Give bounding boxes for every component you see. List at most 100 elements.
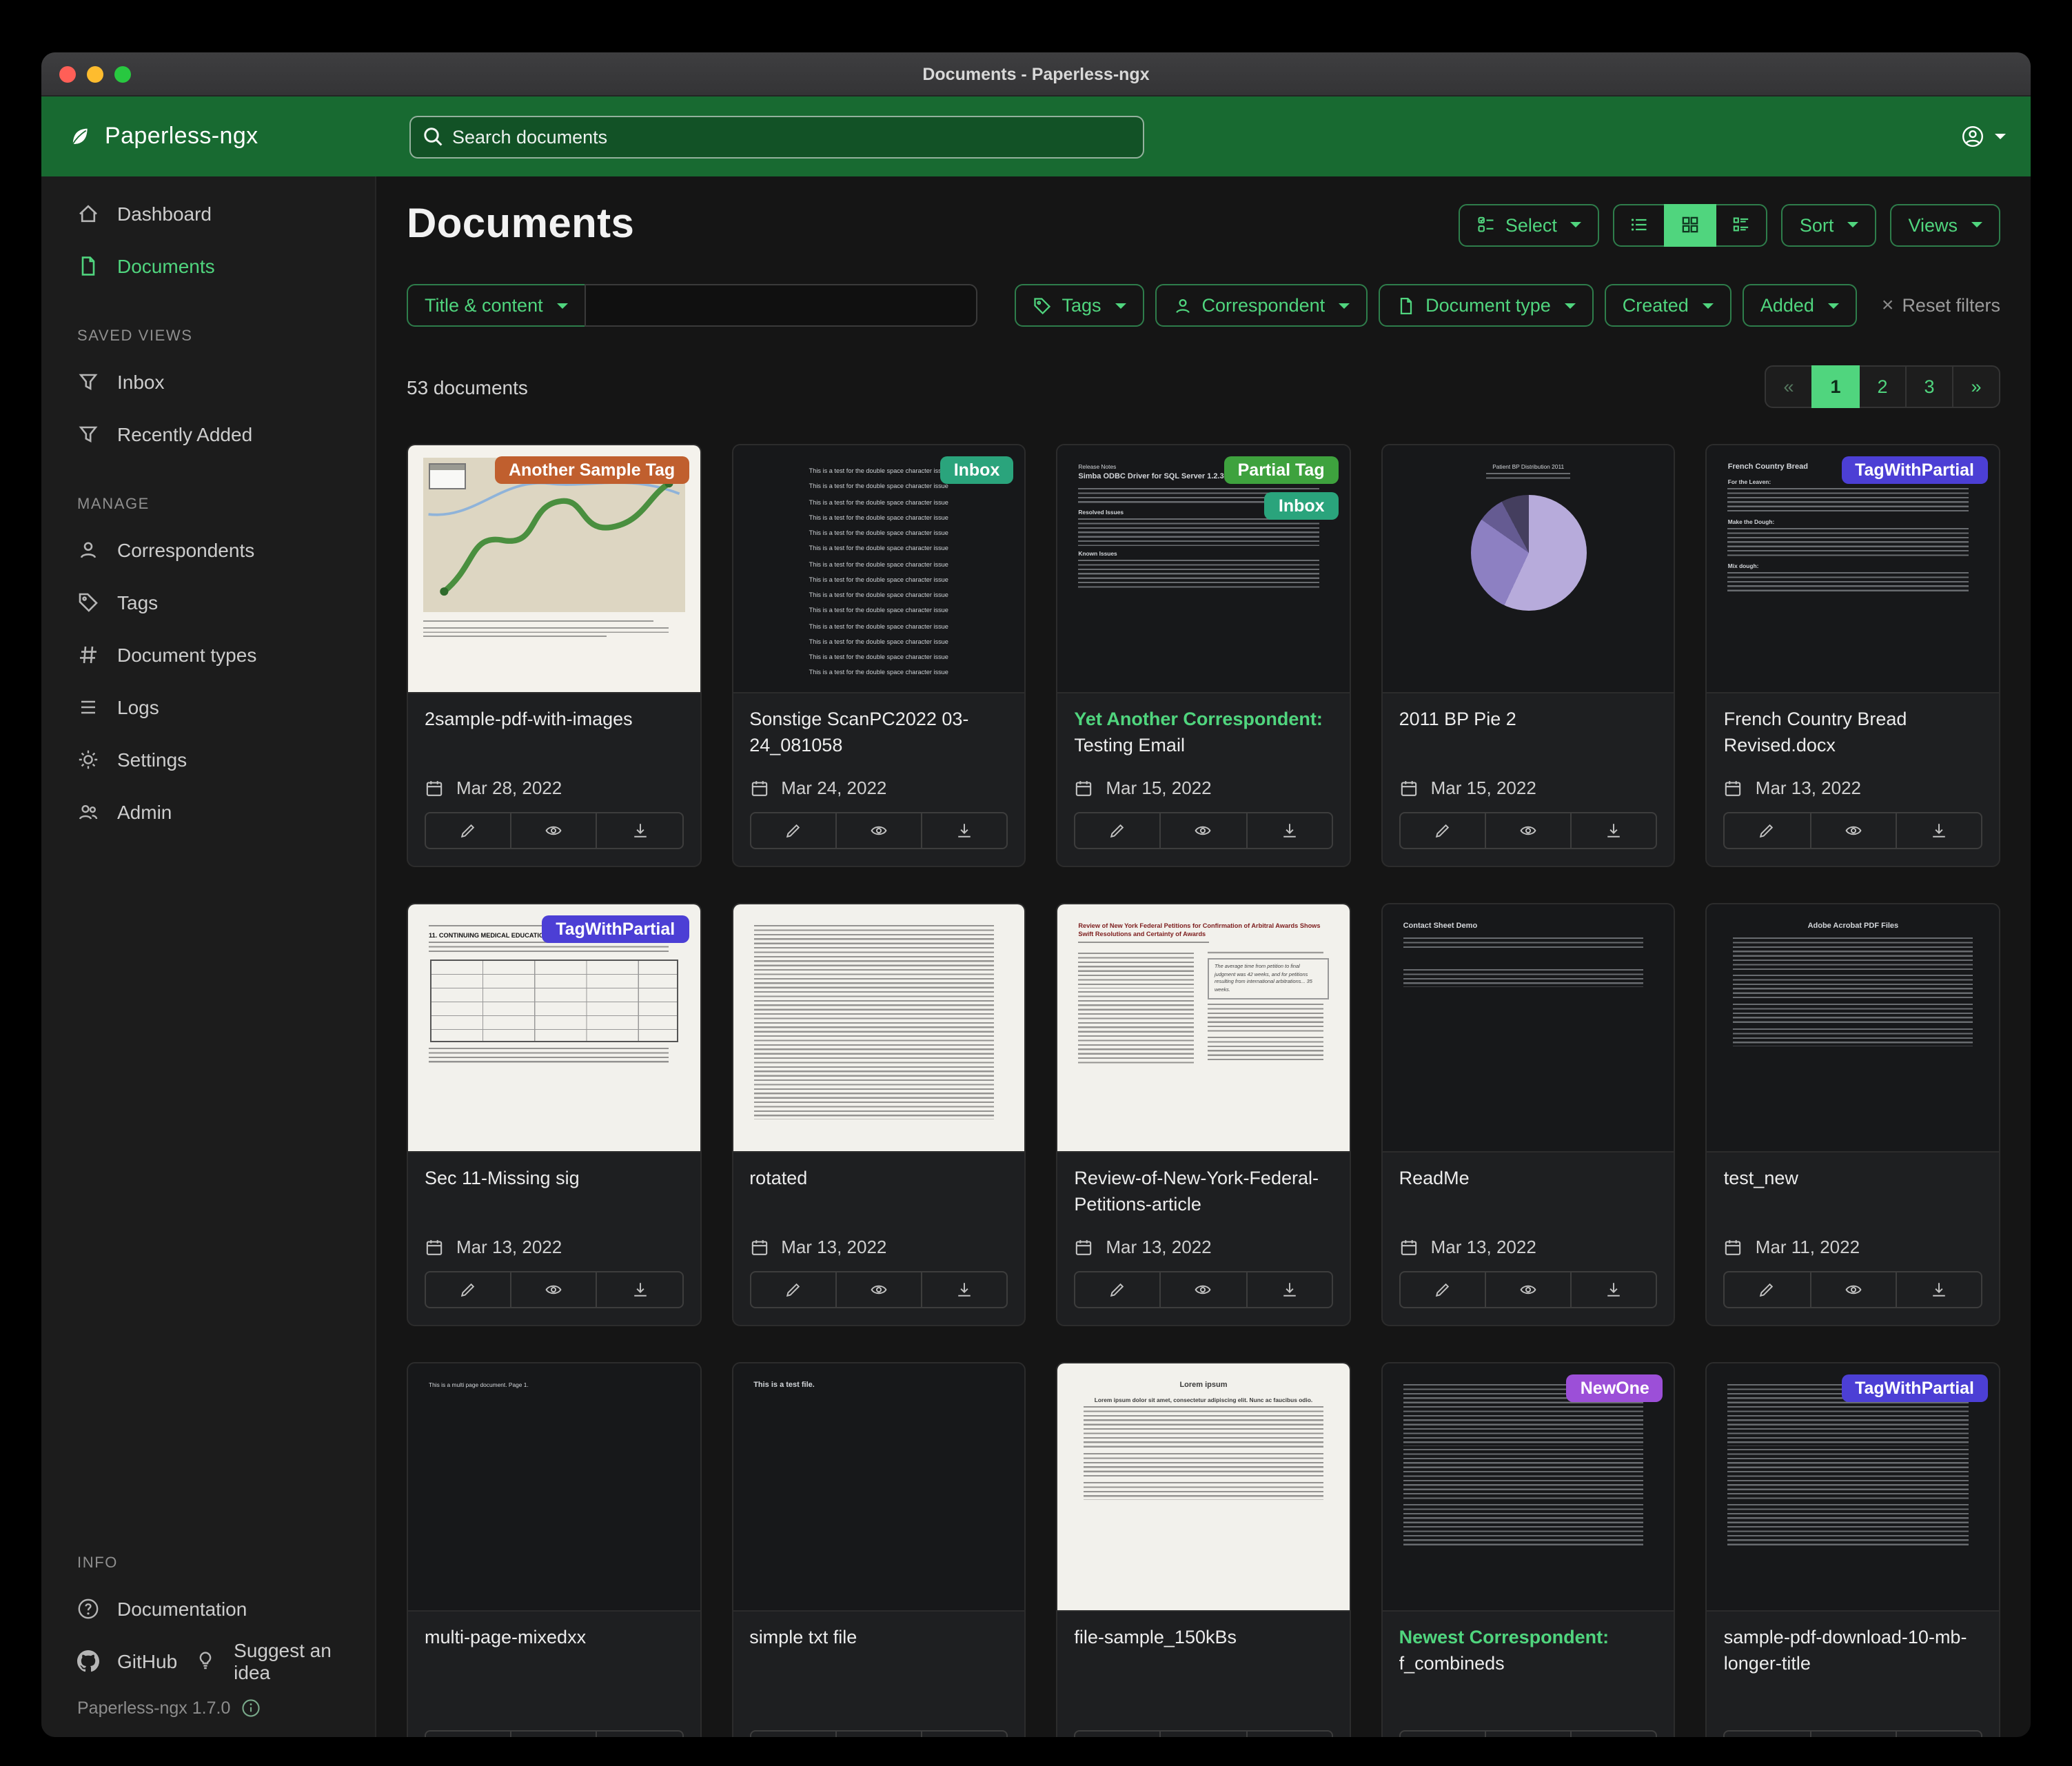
document-title[interactable]: test_new (1724, 1166, 1982, 1221)
edit-button[interactable] (1401, 1272, 1485, 1307)
download-button[interactable] (1246, 813, 1331, 848)
view-button[interactable] (835, 1272, 921, 1307)
created-filter-button[interactable]: Created (1605, 284, 1731, 327)
view-button[interactable] (1160, 1732, 1246, 1737)
correspondent-filter-button[interactable]: Correspondent (1155, 284, 1368, 327)
document-thumbnail[interactable]: Release NotesSimba ODBC Driver for SQL S… (1057, 445, 1349, 693)
sidebar-item-correspondents[interactable]: Correspondents (41, 524, 375, 576)
pagination-page-1[interactable]: 1 (1811, 365, 1860, 408)
download-button[interactable] (596, 1272, 682, 1307)
edit-button[interactable] (751, 1732, 835, 1737)
document-thumbnail[interactable]: Contact Sheet Demo (1383, 904, 1674, 1153)
document-thumbnail[interactable]: Review of New York Federal Petitions for… (1057, 904, 1349, 1153)
document-title[interactable]: file-sample_150kBs (1074, 1625, 1332, 1681)
document-correspondent[interactable]: Newest Correspondent: (1399, 1627, 1609, 1647)
edit-button[interactable] (426, 1272, 510, 1307)
document-card[interactable]: This is a test file. simple txt file (731, 1362, 1026, 1737)
document-card[interactable]: This is a test for the double space char… (731, 444, 1026, 867)
document-card[interactable]: Another Sample Tag 2sample-pdf-with-image… (407, 444, 701, 867)
download-button[interactable] (1896, 1272, 1981, 1307)
edit-button[interactable] (1075, 1272, 1159, 1307)
title-content-filter-button[interactable]: Title & content (407, 284, 586, 327)
download-button[interactable] (921, 1732, 1006, 1737)
edit-button[interactable] (751, 813, 835, 848)
document-card[interactable]: Patient BP Distribution 2011 2011 BP Pie … (1381, 444, 1676, 867)
reset-filters-button[interactable]: × Reset filters (1882, 295, 2000, 316)
view-button[interactable] (1809, 813, 1895, 848)
tag-badge-tagwithpartial[interactable]: TagWithPartial (542, 915, 689, 943)
document-title[interactable]: Yet Another Correspondent: Testing Email (1074, 707, 1332, 762)
document-card[interactable]: Review of New York Federal Petitions for… (1056, 903, 1350, 1326)
document-title[interactable]: 2sample-pdf-with-images (425, 707, 683, 762)
document-title[interactable]: ReadMe (1399, 1166, 1658, 1221)
view-button[interactable] (510, 813, 596, 848)
pagination-page-2[interactable]: 2 (1858, 365, 1907, 408)
document-thumbnail[interactable]: 11. CONTINUING MEDICAL EDUCATIONTagWithP… (408, 904, 700, 1153)
document-title[interactable]: simple txt file (749, 1625, 1008, 1681)
tag-badge-tagwithpartial[interactable]: TagWithPartial (1841, 1374, 1988, 1402)
close-button[interactable] (59, 65, 76, 82)
pagination-page-3[interactable]: 3 (1905, 365, 1953, 408)
view-button[interactable] (835, 813, 921, 848)
document-correspondent[interactable]: Yet Another Correspondent: (1074, 709, 1323, 729)
document-title[interactable]: Sec 11-Missing sig (425, 1166, 683, 1221)
sidebar-item-recently-added[interactable]: Recently Added (41, 408, 375, 460)
view-button[interactable] (1485, 813, 1570, 848)
sidebar-item-document-types[interactable]: Document types (41, 629, 375, 681)
edit-button[interactable] (1401, 813, 1485, 848)
view-button[interactable] (1485, 1732, 1570, 1737)
tag-badge-another-sample-tag[interactable]: Another Sample Tag (495, 456, 689, 484)
edit-button[interactable] (1725, 1732, 1809, 1737)
sidebar-item-inbox[interactable]: Inbox (41, 356, 375, 408)
document-thumbnail[interactable]: Patient BP Distribution 2011 (1383, 445, 1674, 693)
download-button[interactable] (1570, 813, 1656, 848)
title-content-filter-input[interactable] (585, 284, 977, 327)
document-title[interactable]: Sonstige ScanPC2022 03-24_081058 (749, 707, 1008, 762)
document-card[interactable]: Contact Sheet DemoReadMeMar 13, 2022 (1381, 903, 1676, 1326)
view-button[interactable] (1809, 1732, 1895, 1737)
download-button[interactable] (1246, 1272, 1331, 1307)
view-button[interactable] (1809, 1272, 1895, 1307)
document-type-filter-button[interactable]: Document type (1379, 284, 1594, 327)
sidebar-item-github[interactable]: GitHub (41, 1635, 183, 1687)
edit-button[interactable] (1075, 813, 1159, 848)
sort-button[interactable]: Sort (1782, 203, 1877, 246)
edit-button[interactable] (426, 813, 510, 848)
document-title[interactable]: 2011 BP Pie 2 (1399, 707, 1658, 762)
download-button[interactable] (1896, 813, 1981, 848)
edit-button[interactable] (426, 1732, 510, 1737)
pagination-prev[interactable]: « (1765, 365, 1813, 408)
zoom-button[interactable] (114, 65, 131, 82)
minimize-button[interactable] (87, 65, 103, 82)
sidebar-item-dashboard[interactable]: Dashboard (41, 187, 375, 240)
document-card[interactable]: Adobe Acrobat PDF Filestest_newMar 11, 2… (1706, 903, 2000, 1326)
sidebar-item-logs[interactable]: Logs (41, 681, 375, 733)
account-menu[interactable] (1962, 125, 2031, 148)
document-thumbnail[interactable]: Another Sample Tag (408, 445, 700, 693)
document-thumbnail[interactable]: Lorem ipsumLorem ipsum dolor sit amet, c… (1057, 1363, 1349, 1612)
brand[interactable]: Paperless-ngx (41, 123, 376, 150)
list-view-button[interactable] (1614, 203, 1666, 246)
document-title[interactable]: sample-pdf-download-10-mb-longer-title (1724, 1625, 1982, 1681)
document-thumbnail[interactable]: This is a test file. (733, 1363, 1024, 1612)
grid-view-button[interactable] (1665, 203, 1717, 246)
document-thumbnail[interactable]: This is a test for the double space char… (733, 445, 1024, 693)
document-thumbnail[interactable]: French Country BreadFor the Leaven:Make … (1707, 445, 1999, 693)
edit-button[interactable] (1725, 1272, 1809, 1307)
document-thumbnail[interactable]: NewOne (1383, 1363, 1674, 1612)
pagination-next[interactable]: » (1952, 365, 2000, 408)
document-card[interactable]: rotatedMar 13, 2022 (731, 903, 1026, 1326)
document-title[interactable]: French Country Bread Revised.docx (1724, 707, 1982, 762)
view-button[interactable] (1160, 1272, 1246, 1307)
views-button[interactable]: Views (1890, 203, 2000, 246)
document-title[interactable]: multi-page-mixedxx (425, 1625, 683, 1681)
document-thumbnail[interactable]: TagWithPartial (1707, 1363, 1999, 1612)
tag-badge-inbox[interactable]: Inbox (940, 456, 1014, 484)
download-button[interactable] (596, 1732, 682, 1737)
detail-view-button[interactable] (1716, 203, 1768, 246)
download-button[interactable] (1896, 1732, 1981, 1737)
download-button[interactable] (921, 813, 1006, 848)
tags-filter-button[interactable]: Tags (1015, 284, 1144, 327)
document-title[interactable]: rotated (749, 1166, 1008, 1221)
download-button[interactable] (1570, 1272, 1656, 1307)
